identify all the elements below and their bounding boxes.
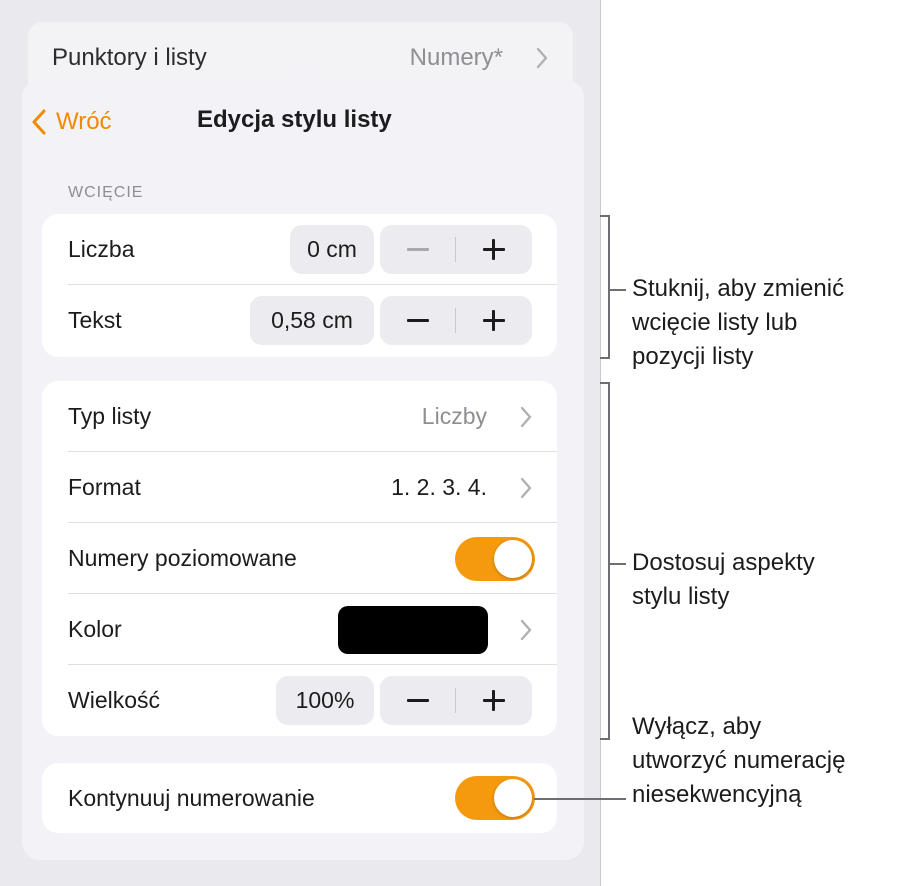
format-value: 1. 2. 3. 4. [391,474,487,500]
indent-section-header: WCIĘCIE [68,184,144,201]
text-indent-minus-button[interactable] [380,296,456,345]
callout-line: utworzyć numerację [632,747,846,774]
style-bracket [600,382,610,740]
chevron-right-icon [520,619,532,641]
toggle-knob [494,779,532,817]
text-indent-stepper [380,296,532,345]
minus-icon [407,319,429,322]
continue-numbering-toggle[interactable] [455,776,535,820]
callout-line: stylu listy [632,583,730,610]
text-indent-label: Tekst [68,307,122,333]
number-indent-stepper [380,225,532,274]
list-style-popover: Wróć Edycja stylu listy WCIĘCIE Liczba 0… [22,80,584,860]
text-indent-value[interactable]: 0,58 cm [250,296,374,345]
callout-line: niesekwencyjną [632,781,802,808]
text-indent-plus-button[interactable] [456,296,532,345]
chevron-right-icon [536,47,548,69]
color-swatch[interactable] [338,606,488,654]
continue-numbering-row: Kontynuuj numerowanie [42,763,557,833]
tiered-numbers-toggle[interactable] [455,537,535,581]
list-type-value: Liczby [421,403,487,429]
page-title: Edycja stylu listy [197,106,392,133]
color-label: Kolor [68,616,122,642]
callout-line: pozycji listy [632,343,754,370]
plus-icon-vertical [492,690,495,711]
back-label: Wróć [56,108,112,135]
list-type-label: Typ listy [68,403,152,429]
list-style-group: Typ listy Liczby Format 1. 2. 3. 4. Nume… [42,381,557,736]
callout-line: Stuknij, aby zmienić [632,275,845,302]
number-indent-minus-button[interactable] [380,225,456,274]
toggle-knob [494,540,532,578]
indent-bracket [600,215,610,359]
list-type-row[interactable]: Typ listy Liczby [42,381,557,452]
continue-group: Kontynuuj numerowanie [42,763,557,833]
continue-callout: Wyłącz, aby utworzyć numerację niesekwen… [632,710,845,812]
minus-icon [407,248,429,251]
indent-callout: Stuknij, aby zmienić wcięcie listy lub p… [632,272,844,374]
callout-line: Wyłącz, aby [632,713,762,740]
text-indent-row: Tekst 0,58 cm [42,285,557,356]
minus-icon [407,699,429,702]
size-stepper [380,676,532,725]
style-leader-line [609,563,626,565]
plus-icon-vertical [492,310,495,331]
number-indent-row: Liczba 0 cm [42,214,557,285]
number-indent-value[interactable]: 0 cm [290,225,374,274]
indent-group: Liczba 0 cm Tekst 0,58 cm [42,214,557,357]
format-row[interactable]: Format 1. 2. 3. 4. [42,452,557,523]
indent-leader-line [609,289,626,291]
size-label: Wielkość [68,687,161,713]
chevron-right-icon [520,477,532,499]
size-plus-button[interactable] [456,676,532,725]
tiered-numbers-label: Numery poziomowane [68,545,297,571]
format-label: Format [68,474,141,500]
continue-leader-line [534,798,626,800]
size-minus-button[interactable] [380,676,456,725]
size-value[interactable]: 100% [276,676,374,725]
style-callout: Dostosuj aspekty stylu listy [632,546,815,614]
back-button[interactable]: Wróć [30,102,112,142]
tiered-numbers-row: Numery poziomowane [42,523,557,594]
chevron-right-icon [520,406,532,428]
number-indent-plus-button[interactable] [456,225,532,274]
number-indent-label: Liczba [68,236,135,262]
chevron-left-icon [32,109,46,135]
popover-arrow [282,58,326,82]
size-row: Wielkość 100% [42,665,557,736]
callout-line: wcięcie listy lub [632,309,798,336]
color-row[interactable]: Kolor [42,594,557,665]
bullets-and-lists-label: Punktory i listy [52,44,207,71]
callout-line: Dostosuj aspekty [632,549,815,576]
plus-icon-vertical [492,239,495,260]
bullets-and-lists-value: Numery* [409,44,503,71]
continue-numbering-label: Kontynuuj numerowanie [68,785,315,811]
